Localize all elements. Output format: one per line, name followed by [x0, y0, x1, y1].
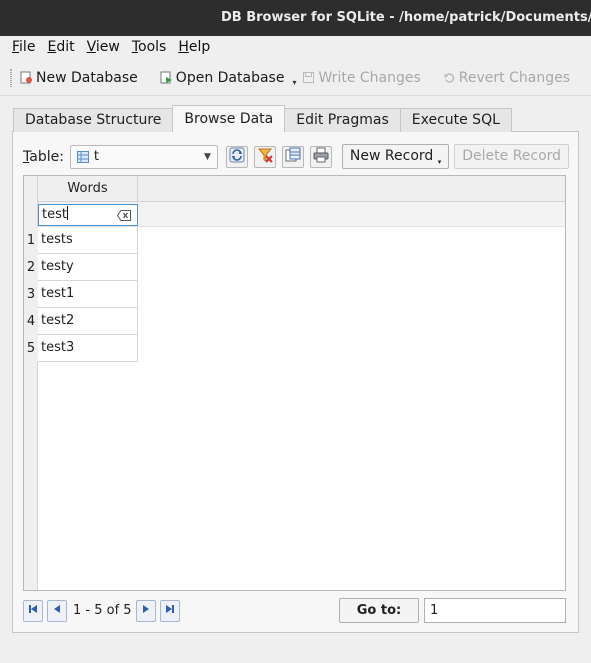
record-range: 1 - 5 of 5	[73, 603, 132, 618]
delete-record-button[interactable]: Delete Record	[454, 144, 570, 169]
row-number[interactable]: 2	[24, 254, 38, 281]
text-cursor	[66, 206, 68, 220]
filter-input[interactable]: test	[38, 204, 138, 226]
copy-table-icon	[285, 147, 301, 167]
write-changes-label: Write Changes	[318, 69, 421, 86]
printer-icon	[313, 147, 329, 167]
first-record-button[interactable]	[23, 599, 43, 622]
previous-record-button[interactable]	[47, 599, 67, 622]
new-database-button[interactable]: New Database	[20, 70, 138, 86]
refresh-icon	[229, 147, 245, 167]
menu-file[interactable]: File	[12, 39, 35, 55]
skip-last-icon	[165, 603, 175, 618]
filter-input-value: test	[42, 207, 67, 222]
row-number[interactable]: 3	[24, 281, 38, 308]
menu-bar: File Edit View Tools Help	[0, 36, 591, 58]
revert-changes-button[interactable]: Revert Changes	[443, 70, 570, 86]
new-database-icon	[20, 71, 33, 84]
refresh-button[interactable]	[225, 145, 248, 168]
toolbar-grip[interactable]	[10, 68, 12, 87]
header-filler	[138, 176, 565, 202]
tab-browse-data[interactable]: Browse Data	[172, 105, 286, 132]
table-cell[interactable]: test3	[38, 335, 138, 362]
new-record-dropdown-icon: ▾	[437, 158, 442, 166]
menu-edit[interactable]: Edit	[47, 39, 74, 55]
browse-toolbar: Table: t ▼ New Record ▾ Delete Record	[23, 144, 570, 169]
table-select[interactable]: t ▼	[69, 144, 218, 169]
arrow-left-icon	[52, 603, 62, 618]
goto-input[interactable]: 1	[424, 598, 566, 623]
last-record-button[interactable]	[159, 599, 180, 622]
table-cell[interactable]: test2	[38, 308, 138, 335]
table-grid-icon	[76, 150, 89, 163]
table-row[interactable]: 2 testy	[24, 254, 138, 281]
tab-edit-pragmas[interactable]: Edit Pragmas	[284, 108, 401, 132]
new-record-button[interactable]: New Record ▾	[341, 144, 450, 169]
skip-first-icon	[28, 603, 38, 618]
goto-button[interactable]: Go to:	[339, 598, 419, 623]
open-database-icon	[160, 71, 173, 84]
window-titlebar: DB Browser for SQLite - /home/patrick/Do…	[0, 0, 591, 36]
menu-help[interactable]: Help	[178, 39, 210, 55]
write-changes-button[interactable]: Write Changes	[302, 69, 421, 86]
window-title: DB Browser for SQLite - /home/patrick/Do…	[221, 10, 591, 25]
row-number[interactable]: 5	[24, 335, 38, 362]
clear-text-icon[interactable]	[116, 209, 131, 229]
next-record-button[interactable]	[135, 599, 156, 622]
tab-execute-sql[interactable]: Execute SQL	[399, 108, 512, 132]
table-row[interactable]: 1 tests	[24, 227, 138, 254]
revert-changes-label: Revert Changes	[458, 69, 570, 86]
revert-changes-icon	[443, 71, 456, 84]
menu-tools[interactable]: Tools	[132, 39, 167, 55]
save-view-button[interactable]	[281, 145, 304, 168]
main-toolbar: New Database Open Database ▾ Write Chang…	[0, 60, 591, 96]
new-record-label: New Record	[349, 148, 434, 164]
menu-view[interactable]: View	[87, 39, 120, 55]
open-database-button[interactable]: Open Database	[160, 69, 285, 86]
open-database-dropdown-icon[interactable]: ▾	[292, 78, 296, 87]
data-grid[interactable]: Words test 1 tests 2 testy 3 test1 4 tes…	[23, 175, 566, 591]
chevron-down-icon: ▼	[204, 151, 211, 162]
print-button[interactable]	[309, 145, 332, 168]
table-row[interactable]: 4 test2	[24, 308, 138, 335]
table-select-value: t	[93, 149, 100, 164]
open-database-label: Open Database	[175, 69, 285, 86]
table-label: Table:	[23, 148, 64, 165]
table-row[interactable]: 5 test3	[24, 335, 138, 362]
row-number[interactable]: 4	[24, 308, 38, 335]
clear-filter-icon	[257, 147, 273, 167]
write-changes-icon	[302, 71, 315, 84]
filter-row: test	[38, 202, 565, 227]
tab-database-structure[interactable]: Database Structure	[13, 108, 174, 132]
table-cell[interactable]: testy	[38, 254, 138, 281]
table-row[interactable]: 3 test1	[24, 281, 138, 308]
arrow-right-icon	[141, 603, 151, 618]
table-cell[interactable]: tests	[38, 227, 138, 254]
row-number[interactable]: 1	[24, 227, 38, 254]
column-header-words[interactable]: Words	[38, 176, 138, 202]
record-navigation: 1 - 5 of 5	[23, 598, 184, 623]
table-cell[interactable]: test1	[38, 281, 138, 308]
new-database-label: New Database	[36, 69, 138, 86]
clear-filters-button[interactable]	[253, 145, 276, 168]
main-tabs: Database Structure Browse Data Edit Prag…	[13, 105, 512, 132]
